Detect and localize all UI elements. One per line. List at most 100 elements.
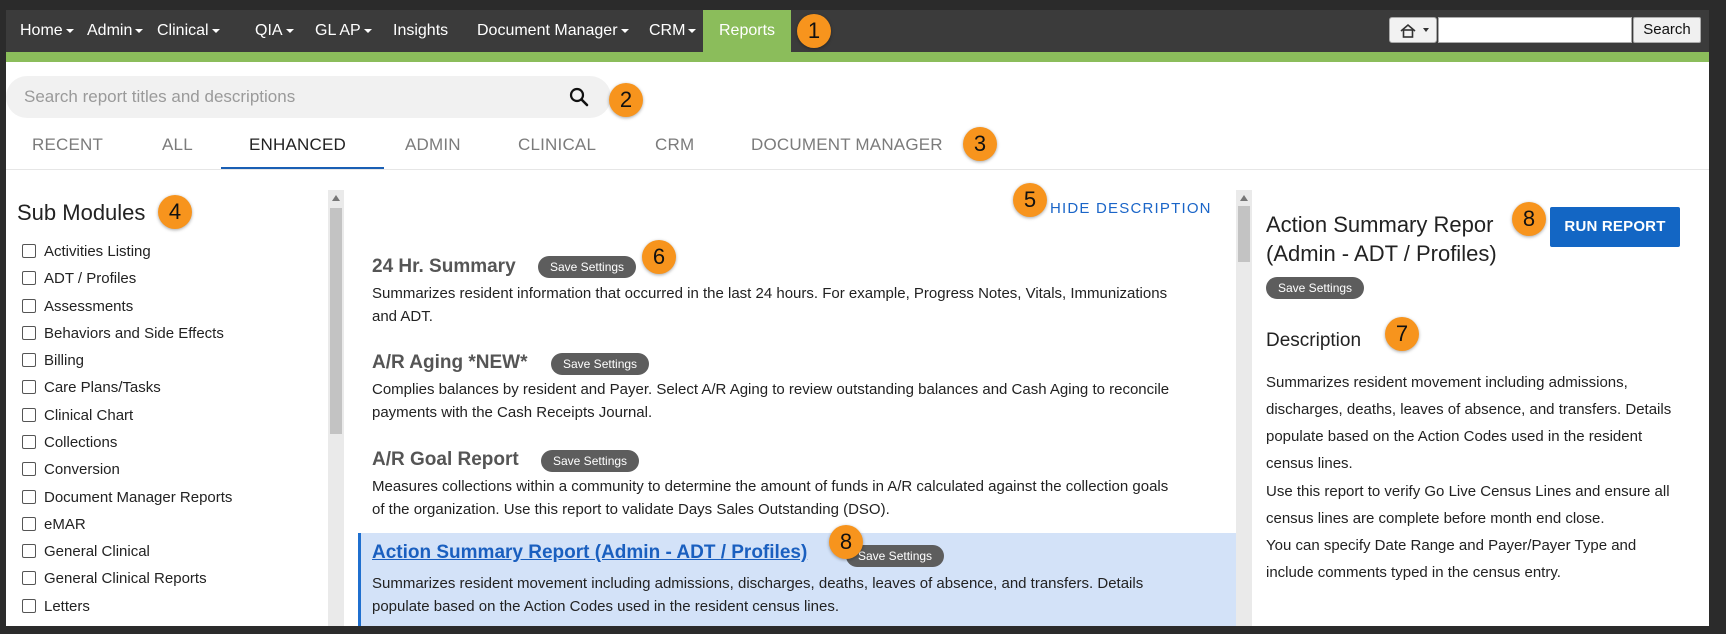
description-line: census lines. <box>1266 455 1353 472</box>
caret-down-icon <box>65 28 74 33</box>
report-description-line: and ADT. <box>372 308 433 325</box>
report-title[interactable]: 24 Hr. Summary <box>372 256 516 278</box>
run-report-button[interactable]: RUN REPORT <box>1550 207 1680 247</box>
report-search-input[interactable]: Search report titles and descriptions <box>6 76 611 118</box>
app-frame: Home Admin Clinical QIA GL AP Insights D… <box>6 10 1709 626</box>
tab-admin[interactable]: ADMIN <box>405 134 461 168</box>
tab-crm[interactable]: CRM <box>655 134 694 168</box>
checkbox[interactable] <box>22 544 36 558</box>
scroll-up-icon[interactable] <box>332 195 340 201</box>
description-line: Summarizes resident movement including a… <box>1266 374 1628 391</box>
callout-badge: 5 <box>1013 183 1047 217</box>
scrollbar-thumb[interactable] <box>1238 206 1250 262</box>
submodule-adt-profiles[interactable]: ADT / Profiles <box>22 270 136 292</box>
nav-admin[interactable]: Admin <box>87 10 144 52</box>
save-settings-button[interactable]: Save Settings <box>551 353 650 375</box>
submodule-care-plans[interactable]: Care Plans/Tasks <box>22 379 161 401</box>
checkbox[interactable] <box>22 408 36 422</box>
save-settings-button[interactable]: Save Settings <box>541 450 640 472</box>
checkbox[interactable] <box>22 271 36 285</box>
checkbox[interactable] <box>22 599 36 613</box>
detail-title-line: (Admin - ADT / Profiles) <box>1266 241 1497 266</box>
description-line: You can specify Date Range and Payer/Pay… <box>1266 537 1637 554</box>
nav-clinical[interactable]: Clinical <box>157 10 220 52</box>
checkbox[interactable] <box>22 380 36 394</box>
checkbox[interactable] <box>22 490 36 504</box>
submodules-scrollbar[interactable] <box>328 190 344 626</box>
home-dropdown-button[interactable] <box>1389 17 1437 43</box>
checkbox[interactable] <box>22 299 36 313</box>
submodule-behaviors[interactable]: Behaviors and Side Effects <box>22 325 224 347</box>
callout-badge: 8 <box>829 525 863 559</box>
callout-badge: 6 <box>642 240 676 274</box>
selected-report-title-link[interactable]: Action Summary Report (Admin - ADT / Pro… <box>372 542 807 564</box>
checkbox[interactable] <box>22 435 36 449</box>
global-search-button[interactable]: Search <box>1633 17 1701 43</box>
nav-glap[interactable]: GL AP <box>315 10 372 52</box>
report-description-line: of the organization. Use this report to … <box>372 501 890 518</box>
nav-crm[interactable]: CRM <box>649 10 697 52</box>
submodule-activities-listing[interactable]: Activities Listing <box>22 243 151 265</box>
report-description-line: Measures collections within a community … <box>372 478 1169 495</box>
checkbox[interactable] <box>22 571 36 585</box>
nav-insights[interactable]: Insights <box>393 10 448 52</box>
caret-down-icon <box>620 28 629 33</box>
nav-qia[interactable]: QIA <box>255 10 294 52</box>
global-search-input[interactable] <box>1438 17 1632 43</box>
submodule-emar[interactable]: eMAR <box>22 516 86 538</box>
sub-modules-title: Sub Modules <box>17 200 146 225</box>
callout-badge: 3 <box>963 127 997 161</box>
submodule-assessments[interactable]: Assessments <box>22 298 133 320</box>
submodule-clinical-chart[interactable]: Clinical Chart <box>22 407 133 429</box>
description-line: populate based on the Action Codes used … <box>1266 428 1643 445</box>
search-placeholder: Search report titles and descriptions <box>24 87 296 106</box>
nav-reports[interactable]: Reports <box>703 10 792 52</box>
reports-scrollbar[interactable] <box>1236 190 1252 626</box>
detail-save-settings-button[interactable]: Save Settings <box>1266 277 1365 299</box>
checkbox[interactable] <box>22 462 36 476</box>
caret-down-icon <box>688 28 697 33</box>
search-icon[interactable] <box>568 86 590 108</box>
submodule-billing[interactable]: Billing <box>22 352 84 374</box>
report-title[interactable]: A/R Aging *NEW* <box>372 352 528 374</box>
description-heading: Description <box>1266 330 1362 351</box>
submodule-letters[interactable]: Letters <box>22 598 90 620</box>
submodule-document-manager-reports[interactable]: Document Manager Reports <box>22 489 232 511</box>
checkbox[interactable] <box>22 326 36 340</box>
tabs-divider <box>6 169 1709 170</box>
caret-down-icon <box>135 28 144 33</box>
callout-badge: 2 <box>609 83 643 117</box>
caret-down-icon <box>211 28 220 33</box>
callout-badge: 8 <box>1512 202 1546 236</box>
description-line: census lines are complete before month e… <box>1266 510 1605 527</box>
nav-document-manager[interactable]: Document Manager <box>477 10 629 52</box>
tab-clinical[interactable]: CLINICAL <box>518 134 596 168</box>
report-title[interactable]: A/R Goal Report <box>372 449 519 471</box>
description-line: include comments typed in the census ent… <box>1266 564 1561 581</box>
hide-description-toggle[interactable]: HIDE DESCRIPTION <box>1050 200 1212 217</box>
callout-badge: 1 <box>797 14 831 48</box>
checkbox[interactable] <box>22 353 36 367</box>
report-description-line: Summarizes resident movement including a… <box>372 575 1144 592</box>
submodule-general-clinical[interactable]: General Clinical <box>22 543 150 565</box>
scroll-up-icon[interactable] <box>1240 195 1248 201</box>
save-settings-button[interactable]: Save Settings <box>538 256 637 278</box>
tab-recent[interactable]: RECENT <box>32 134 103 168</box>
submodule-conversion[interactable]: Conversion <box>22 461 120 483</box>
callout-badge: 7 <box>1385 317 1419 351</box>
nav-home[interactable]: Home <box>20 10 74 52</box>
top-nav-bar: Home Admin Clinical QIA GL AP Insights D… <box>6 10 1709 52</box>
checkbox[interactable] <box>22 244 36 258</box>
checkbox[interactable] <box>22 517 36 531</box>
detail-title-line: Action Summary Repor <box>1266 212 1494 237</box>
description-line: discharges, deaths, leaves of absence, a… <box>1266 401 1672 418</box>
tab-enhanced[interactable]: ENHANCED <box>249 134 346 168</box>
scrollbar-thumb[interactable] <box>330 208 342 434</box>
description-line: Use this report to verify Go Live Census… <box>1266 483 1670 500</box>
submodule-collections[interactable]: Collections <box>22 434 117 456</box>
accent-bar <box>6 52 1709 62</box>
tab-all[interactable]: ALL <box>162 134 193 168</box>
report-description-line: populate based on the Action Codes used … <box>372 598 839 615</box>
submodule-general-clinical-reports[interactable]: General Clinical Reports <box>22 570 207 592</box>
tab-document-manager[interactable]: DOCUMENT MANAGER <box>751 134 943 168</box>
